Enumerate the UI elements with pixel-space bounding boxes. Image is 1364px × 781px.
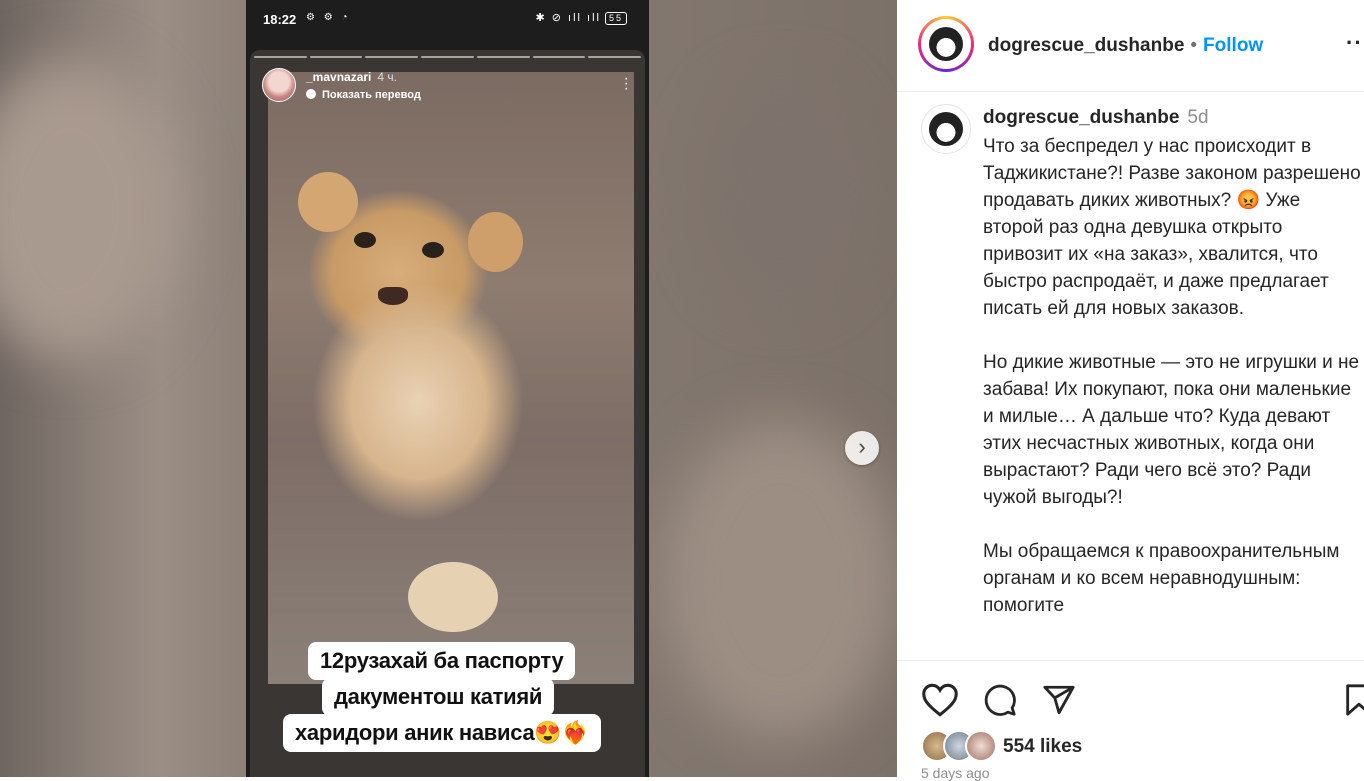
share-icon[interactable] <box>1042 683 1076 717</box>
story-progress-segment <box>476 56 530 58</box>
caption-paragraph: Мы обращаемся к правоохранительным орган… <box>983 541 1340 616</box>
status-left-icons: ⚙ ⚙ ◔ <box>306 12 351 23</box>
cub-eye <box>422 242 444 258</box>
post-panel: dogrescue_dushanbe • Follow ·· dogrescue_d… <box>897 0 1364 781</box>
caption-paragraph: Но дикие животные — это не игрушки и не … <box>983 352 1360 508</box>
author-avatar[interactable] <box>921 19 971 69</box>
background-blur <box>660 420 897 740</box>
battery-icon: 55 <box>604 12 627 25</box>
show-translation-button[interactable]: Показать перевод <box>306 89 421 101</box>
follow-button[interactable]: Follow <box>1203 35 1263 56</box>
cub-ear <box>468 212 523 272</box>
story-username-text[interactable]: _mavnazari <box>306 70 371 84</box>
caption-text: Что за беспредел у нас происходит в Тадж… <box>983 133 1361 646</box>
author-name-row: dogrescue_dushanbe • Follow <box>988 35 1263 57</box>
phone-status-bar: 18:22 ⚙ ⚙ ◔ ✱ ⊘ ıll ıll 55 <box>246 0 649 38</box>
more-options-icon[interactable]: ·· <box>1346 30 1363 56</box>
status-time: 18:22 <box>263 12 297 27</box>
signal-icons: ✱ ⊘ ıll ıll <box>535 12 601 24</box>
post-date: 5 days ago <box>921 765 990 781</box>
story-progress-segment <box>254 56 307 58</box>
dog-logo-icon <box>929 112 963 146</box>
story-progress-segment <box>309 56 363 58</box>
dog-logo-icon <box>929 27 963 61</box>
lion-cub-photo <box>268 72 634 684</box>
story-caption-line: харидори аник нависа😍❤️‍🔥 <box>283 714 601 752</box>
chevron-right-icon[interactable]: › <box>845 431 879 465</box>
story-progress-bar <box>254 56 642 58</box>
show-translation-label: Показать перевод <box>322 89 421 101</box>
cub-nose <box>378 287 408 305</box>
bookmark-icon[interactable] <box>1344 683 1364 717</box>
story-time: 4 ч. <box>377 70 397 84</box>
story-caption-line: дакументош катияй <box>322 678 555 716</box>
caption-username[interactable]: dogrescue_dushanbe <box>983 107 1179 128</box>
separator-dot: • <box>1190 35 1198 56</box>
caption-section: dogrescue_dushanbe 5d Что за беспредел у … <box>897 91 1364 660</box>
post-header: dogrescue_dushanbe • Follow ·· <box>897 0 1364 92</box>
story-progress-segment <box>421 56 474 58</box>
story-progress-segment <box>365 56 419 58</box>
story-menu-icon[interactable]: · · · <box>624 71 629 97</box>
background-blur <box>0 60 180 360</box>
heart-icon[interactable] <box>921 683 959 717</box>
author-avatar-ring[interactable] <box>918 16 974 72</box>
story-caption-line: 12рузахай ба паспорту <box>308 642 576 680</box>
story-username[interactable]: _mavnazari 4 ч. <box>306 70 397 84</box>
comment-icon[interactable] <box>982 683 1018 717</box>
phone-screenshot: 18:22 ⚙ ⚙ ◔ ✱ ⊘ ıll ıll 55 _mavnazari 4 ч.… <box>246 0 649 777</box>
post-media-area: 18:22 ⚙ ⚙ ◔ ✱ ⊘ ıll ıll 55 _mavnazari 4 ч.… <box>0 0 897 777</box>
likes-count[interactable]: 554 likes <box>1003 736 1082 758</box>
author-username[interactable]: dogrescue_dushanbe <box>988 35 1184 56</box>
cub-eye <box>354 232 376 248</box>
translate-icon <box>306 89 316 99</box>
story-avatar[interactable] <box>262 68 296 102</box>
action-bar: 554 likes 5 days ago <box>897 660 1364 781</box>
story-progress-segment <box>588 56 642 58</box>
caption-avatar[interactable] <box>921 104 971 154</box>
caption-age: 5d <box>1187 107 1209 128</box>
liker-avatar[interactable] <box>965 730 997 762</box>
caption-paragraph: Что за беспредел у нас происходит в Тадж… <box>983 136 1361 319</box>
story-frame: _mavnazari 4 ч. Показать перевод · · · 12ру… <box>250 50 645 777</box>
background-blur <box>700 80 860 300</box>
cub-ear <box>298 172 358 232</box>
cub-paw <box>408 562 498 632</box>
story-progress-segment <box>532 56 586 58</box>
status-right-icons: ✱ ⊘ ıll ıll 55 <box>535 11 627 25</box>
caption-header: dogrescue_dushanbe 5d <box>983 107 1209 129</box>
